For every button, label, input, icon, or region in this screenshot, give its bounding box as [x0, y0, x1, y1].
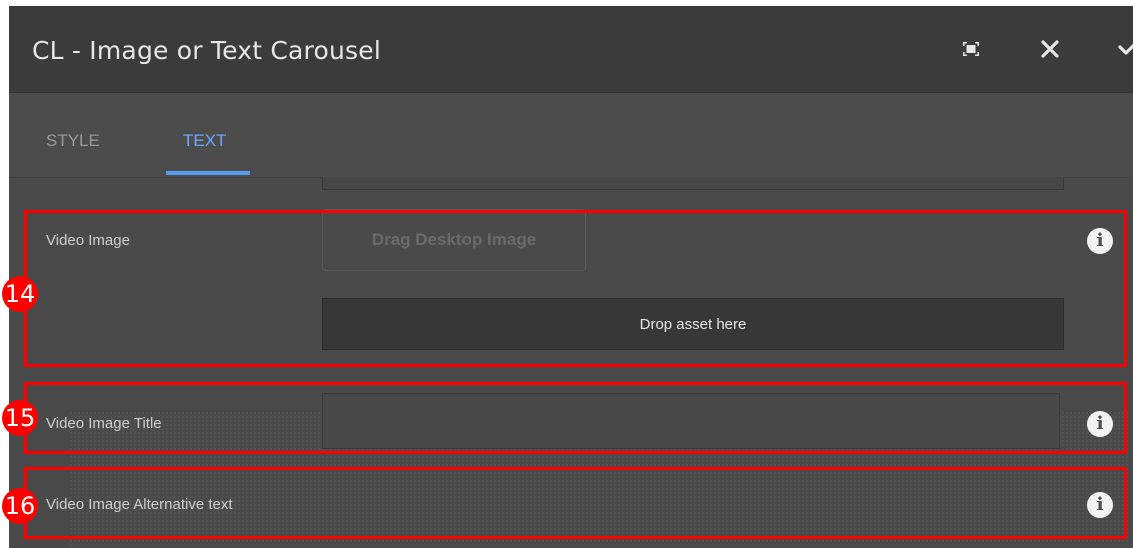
checkmark-icon[interactable]	[1109, 32, 1133, 66]
video-image-title-label: Video Image Title	[46, 415, 162, 432]
dropzone-label: Drop asset here	[639, 315, 747, 333]
previous-field-input[interactable]	[322, 177, 1064, 190]
dialog-header: CL - Image or Text Carousel	[9, 6, 1133, 93]
tab-bar: STYLE TEXT	[9, 93, 1133, 178]
info-icon[interactable]: i	[1087, 411, 1113, 437]
video-image-title-input[interactable]	[322, 393, 1060, 449]
annotation-badge-16: 16	[2, 488, 38, 524]
tab-text[interactable]: TEXT	[183, 131, 226, 151]
annotation-badge-15: 15	[2, 400, 38, 436]
video-image-alt-text-label: Video Image Alternative text	[46, 496, 233, 513]
close-icon[interactable]	[1033, 32, 1067, 66]
asset-dropzone[interactable]: Drop asset here	[322, 298, 1064, 350]
dialog-title: CL - Image or Text Carousel	[32, 36, 381, 65]
info-icon[interactable]: i	[1087, 228, 1113, 254]
tab-style[interactable]: STYLE	[46, 131, 100, 151]
active-tab-indicator	[166, 171, 250, 175]
dialog-window: CL - Image or Text Carousel STYLE TEXT V…	[9, 6, 1133, 548]
video-image-label: Video Image	[46, 232, 130, 249]
fullscreen-icon[interactable]	[954, 32, 988, 66]
annotation-badge-14: 14	[2, 276, 38, 312]
drag-desktop-image-button[interactable]: Drag Desktop Image	[322, 209, 586, 271]
info-icon[interactable]: i	[1087, 492, 1113, 518]
